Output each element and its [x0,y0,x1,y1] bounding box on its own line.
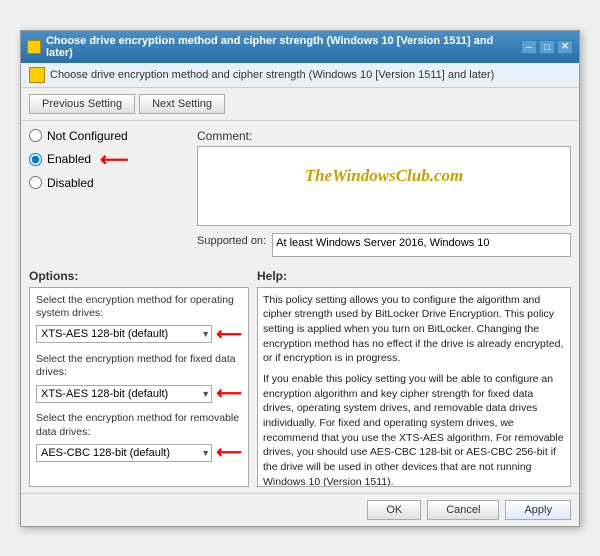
subtitle-icon [29,67,45,83]
os-arrow-icon: ⟵ [216,324,242,345]
supported-row: Supported on: At least Windows Server 20… [197,233,571,257]
supported-value: At least Windows Server 2016, Windows 10 [272,233,571,257]
close-button[interactable]: ✕ [557,40,573,54]
subtitle-bar: Choose drive encryption method and ciphe… [21,63,579,88]
disabled-option[interactable]: Disabled [29,176,189,190]
radio-panel: Not Configured Enabled ⟵ Disabled [29,129,189,257]
not-configured-option[interactable]: Not Configured [29,129,189,143]
removable-arrow-icon: ⟵ [216,442,242,463]
removable-drives-dropdown[interactable]: XTS-AES 128-bit (default) XTS-AES 256-bi… [36,444,212,462]
enabled-arrow-icon: ⟵ [100,147,129,172]
help-label: Help: [257,269,571,283]
help-panel: Help: This policy setting allows you to … [257,269,571,487]
options-box: Select the encryption method for operati… [29,287,249,487]
options-panel: Options: Select the encryption method fo… [29,269,249,487]
enabled-label: Enabled [47,152,91,166]
not-configured-radio[interactable] [29,129,42,142]
removable-drives-group: Select the encryption method for removab… [36,412,242,463]
options-label: Options: [29,269,249,283]
fixed-arrow-icon: ⟵ [216,383,242,404]
maximize-button[interactable]: □ [539,40,555,54]
bottom-section: Options: Select the encryption method fo… [21,265,579,493]
subtitle-text: Choose drive encryption method and ciphe… [50,69,494,81]
comment-textarea[interactable] [197,146,571,226]
enabled-option[interactable]: Enabled ⟵ [29,147,189,172]
cancel-button[interactable]: Cancel [427,500,499,520]
not-configured-label: Not Configured [47,129,128,143]
fixed-drives-label: Select the encryption method for fixed d… [36,353,242,380]
minimize-button[interactable]: ─ [521,40,537,54]
apply-button[interactable]: Apply [505,500,571,520]
window-icon [27,40,41,54]
enabled-radio[interactable] [29,153,42,166]
fixed-drives-group: Select the encryption method for fixed d… [36,353,242,404]
removable-drives-label: Select the encryption method for removab… [36,412,242,439]
os-drives-label: Select the encryption method for operati… [36,294,242,321]
ok-button[interactable]: OK [367,500,421,520]
supported-label: Supported on: [197,233,266,247]
help-paragraph-1: This policy setting allows you to config… [263,293,565,366]
disabled-label: Disabled [47,176,94,190]
title-text: Choose drive encryption method and ciphe… [46,35,521,59]
previous-setting-button[interactable]: Previous Setting [29,94,135,114]
right-panel: Comment: TheWindowsClub.com Supported on… [197,129,571,257]
main-window: Choose drive encryption method and ciphe… [20,30,580,527]
footer: OK Cancel Apply [21,493,579,526]
help-box[interactable]: This policy setting allows you to config… [257,287,571,487]
help-paragraph-2: If you enable this policy setting you wi… [263,372,565,487]
toolbar: Previous Setting Next Setting [21,88,579,121]
title-bar: Choose drive encryption method and ciphe… [21,31,579,63]
os-drives-dropdown[interactable]: XTS-AES 128-bit (default) XTS-AES 256-bi… [36,325,212,343]
two-col-layout: Options: Select the encryption method fo… [29,269,571,487]
top-content: Not Configured Enabled ⟵ Disabled Commen… [21,121,579,265]
fixed-drives-dropdown[interactable]: XTS-AES 128-bit (default) XTS-AES 256-bi… [36,385,212,403]
comment-label: Comment: [197,129,571,143]
disabled-radio[interactable] [29,176,42,189]
radio-group: Not Configured Enabled ⟵ Disabled [29,129,189,190]
os-drives-group: Select the encryption method for operati… [36,294,242,345]
next-setting-button[interactable]: Next Setting [139,94,225,114]
